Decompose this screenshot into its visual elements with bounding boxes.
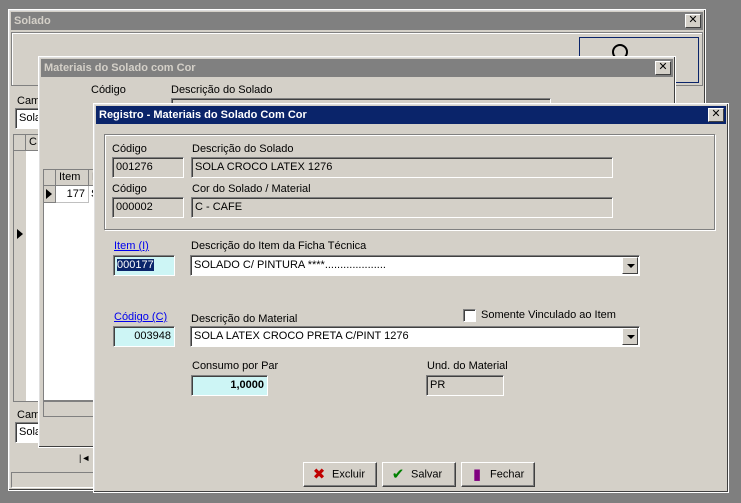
excluir-label: Excluir: [332, 468, 366, 481]
desc-item-value: SOLADO C/ PINTURA ****..................…: [194, 259, 386, 271]
cor-label: Cor do Solado / Material: [192, 183, 311, 195]
materiais-descricao-label: Descrição do Solado: [171, 84, 273, 96]
nav-first-icon[interactable]: |◄: [79, 453, 90, 463]
desc-material-combo[interactable]: SOLA LATEX CROCO PRETA C/PINT 1276: [190, 326, 640, 347]
fechar-button[interactable]: ▮ Fechar: [461, 462, 535, 487]
solado-cam-label-bottom: Cam: [17, 409, 41, 421]
materiais-grid-indicator-header: [44, 170, 56, 186]
materiais-codigo-label: Código: [91, 84, 126, 96]
desc-material-value: SOLA LATEX CROCO PRETA C/PINT 1276: [194, 330, 409, 342]
codigo2-label: Código: [112, 183, 147, 195]
materiais-title: Materiais do Solado com Cor: [44, 62, 196, 74]
codigo2-field: 000002: [112, 197, 184, 218]
solado-title: Solado: [14, 15, 51, 27]
solado-titlebar: Solado ✕: [11, 12, 703, 30]
desc-item-label: Descrição do Item da Ficha Técnica: [191, 240, 367, 252]
materiais-titlebar: Materiais do Solado com Cor ✕: [41, 59, 673, 77]
solado-close-button[interactable]: ✕: [685, 14, 701, 28]
desc-solado-field: SOLA CROCO LATEX 1276: [191, 157, 613, 178]
salvar-button[interactable]: ✔ Salvar: [382, 462, 456, 487]
materiais-grid-row-indicator: [44, 186, 56, 203]
und-label: Und. do Material: [427, 360, 508, 372]
registro-titlebar: Registro - Materiais do Solado Com Cor ✕: [96, 106, 726, 124]
somente-vinculado-label: Somente Vinculado ao Item: [481, 309, 616, 321]
codigo1-label: Código: [112, 143, 147, 155]
desc-solado-label: Descrição do Solado: [192, 143, 294, 155]
item-lookup-link[interactable]: Item (I): [114, 240, 149, 252]
consumo-input[interactable]: 1,0000: [191, 375, 268, 396]
item-input-value: 000177: [117, 259, 154, 271]
solado-grid-indicator-header: [14, 135, 26, 151]
codigo1-field: 001276: [112, 157, 184, 178]
cor-field: C - CAFE: [191, 197, 613, 218]
materiais-grid-header-item: Item: [56, 170, 89, 186]
somente-vinculado-checkbox[interactable]: [463, 309, 476, 322]
und-field: PR: [426, 375, 504, 396]
salvar-check-icon: ✔: [391, 466, 405, 483]
solado-grid-row-pointer-icon: [17, 229, 23, 239]
registro-dialog: Registro - Materiais do Solado Com Cor ✕…: [93, 103, 729, 493]
salvar-label: Salvar: [411, 468, 443, 481]
excluir-x-icon: ✖: [312, 466, 326, 483]
registro-close-button[interactable]: ✕: [708, 108, 724, 122]
materiais-grid-row-item[interactable]: 177: [56, 186, 89, 203]
fechar-door-icon: ▮: [472, 466, 482, 483]
fechar-label: Fechar: [490, 468, 525, 481]
codigo-c-input[interactable]: 003948: [113, 326, 175, 347]
desc-material-label: Descrição do Material: [191, 313, 298, 325]
desc-item-combo[interactable]: SOLADO C/ PINTURA ****..................…: [190, 255, 640, 276]
excluir-button[interactable]: ✖ Excluir: [303, 462, 377, 487]
item-input[interactable]: 000177: [113, 255, 175, 276]
solado-cam-label-top: Cam: [17, 95, 41, 107]
consumo-label: Consumo por Par: [192, 360, 279, 372]
materiais-row-pointer-icon: [46, 189, 52, 199]
codigo-c-lookup-link[interactable]: Código (C): [114, 311, 167, 323]
materiais-close-button[interactable]: ✕: [655, 61, 671, 75]
desc-item-dropdown-icon[interactable]: [622, 257, 638, 274]
registro-title: Registro - Materiais do Solado Com Cor: [99, 109, 307, 121]
solado-grid-indicator-col: [14, 151, 26, 401]
desc-material-dropdown-icon[interactable]: [622, 328, 638, 345]
